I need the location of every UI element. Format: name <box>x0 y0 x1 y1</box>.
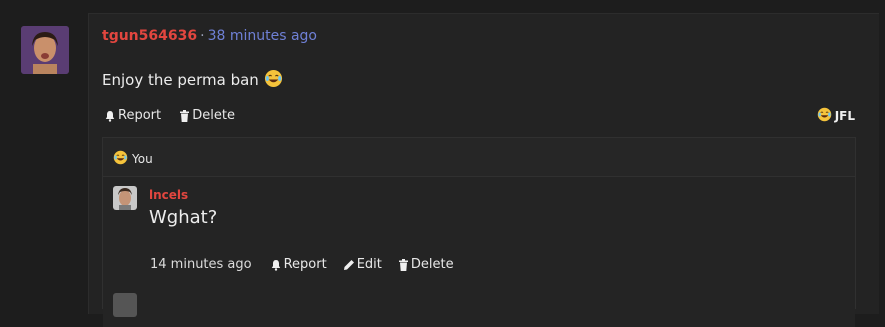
next-reply-avatar[interactable] <box>113 293 137 317</box>
bell-icon <box>105 110 115 122</box>
reply-text: Wghat? <box>149 207 218 228</box>
report-label: Report <box>118 108 162 123</box>
laughing-crying-emoji-icon <box>113 150 128 168</box>
reaction-summary-label: You <box>132 152 153 166</box>
reply-comment: lncels Wghat? 14 minutes ago Report Edit <box>103 177 855 327</box>
user-avatar[interactable] <box>21 26 69 74</box>
trash-icon <box>180 109 190 122</box>
post-header: tgun564636 · 38 minutes ago <box>102 28 317 44</box>
reply-delete-label: Delete <box>410 257 454 272</box>
reply-edit-button[interactable]: Edit <box>343 257 382 272</box>
pencil-icon <box>343 259 354 270</box>
report-button[interactable]: Report <box>104 108 161 123</box>
bell-icon <box>271 259 280 271</box>
post-username[interactable]: tgun564636 <box>102 28 197 44</box>
post-timestamp[interactable]: 38 minutes ago <box>208 28 317 44</box>
reply-timestamp[interactable]: 14 minutes ago <box>150 257 252 272</box>
trash-icon <box>398 258 408 271</box>
delete-label: Delete <box>192 108 235 123</box>
reaction-jfl-button[interactable]: JFL <box>817 107 855 125</box>
replies-section: You lncels Wghat? 14 minutes ago Report <box>102 137 856 327</box>
reaction-jfl-label: JFL <box>834 109 855 123</box>
post-actions: Report Delete <box>104 108 249 126</box>
reply-report-button[interactable]: Report <box>270 257 327 272</box>
reply-user-avatar[interactable] <box>113 186 137 210</box>
post-body: Enjoy the perma ban <box>102 69 283 92</box>
header-separator: · <box>200 28 205 44</box>
delete-button[interactable]: Delete <box>179 108 235 123</box>
post-body-text: Enjoy the perma ban <box>102 71 259 89</box>
reply-edit-label: Edit <box>356 257 382 272</box>
reply-actions: 14 minutes ago Report Edit Delete <box>150 257 470 272</box>
reply-report-label: Report <box>283 257 327 272</box>
reaction-summary[interactable]: You <box>113 150 153 168</box>
laughing-crying-emoji-icon <box>817 107 832 125</box>
reply-username[interactable]: lncels <box>149 188 188 202</box>
reply-delete-button[interactable]: Delete <box>398 257 454 272</box>
laughing-crying-emoji-icon <box>264 69 283 92</box>
